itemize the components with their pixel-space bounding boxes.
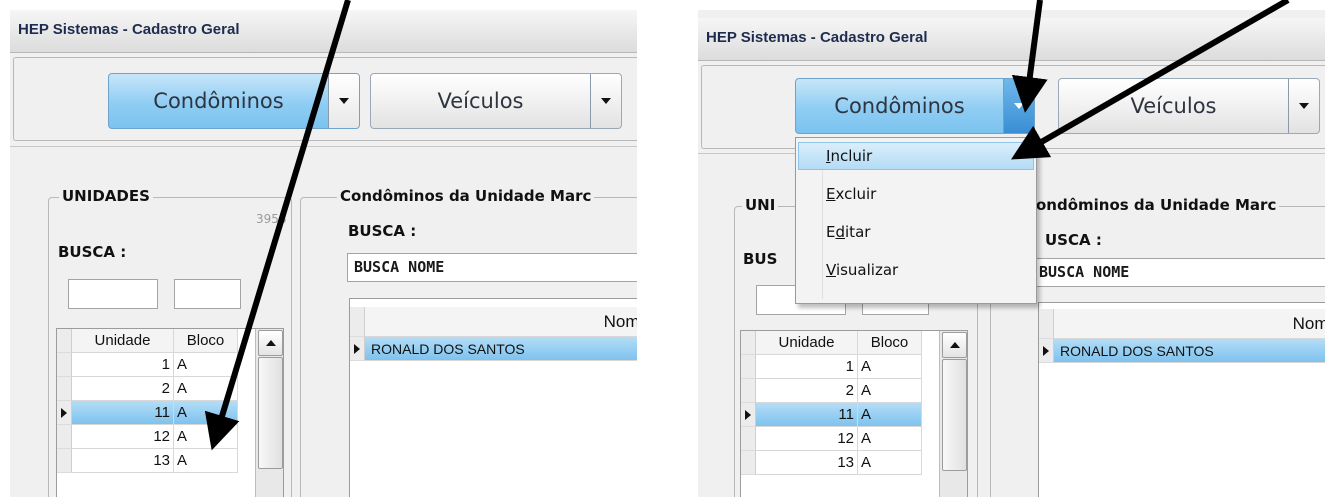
arrow-to-dropdown-toggle [1011,0,1048,113]
arrow-to-incluir-item [1011,0,1290,160]
arrow-to-selected-unit [204,0,351,451]
annotation-arrows [204,0,1290,451]
